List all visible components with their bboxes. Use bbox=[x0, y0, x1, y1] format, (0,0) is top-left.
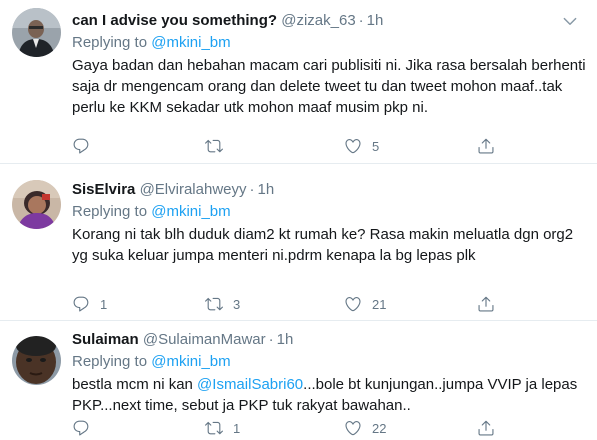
timestamp[interactable]: 1h bbox=[367, 12, 384, 29]
reply-button[interactable]: 1 bbox=[72, 293, 107, 315]
tweet-body: SisElvira @Elviralahweyy · 1h Replying to … bbox=[72, 179, 587, 312]
reply-count: 1 bbox=[100, 296, 108, 312]
user-handle[interactable]: @Elviralahweyy bbox=[140, 181, 247, 198]
avatar-image bbox=[12, 8, 61, 57]
like-button[interactable]: 22 bbox=[344, 417, 386, 439]
avatar[interactable] bbox=[12, 336, 61, 385]
retweet-icon bbox=[205, 295, 223, 313]
share-icon bbox=[477, 295, 495, 313]
share-button[interactable] bbox=[477, 135, 495, 157]
avatar[interactable] bbox=[12, 180, 61, 229]
like-icon bbox=[344, 419, 362, 437]
like-icon bbox=[344, 295, 362, 313]
avatar-image bbox=[12, 180, 61, 229]
tweet-header: SisElvira @Elviralahweyy · 1h bbox=[72, 179, 587, 201]
user-handle[interactable]: @zizak_63 bbox=[281, 12, 355, 29]
like-icon bbox=[344, 137, 362, 155]
retweet-button[interactable]: 3 bbox=[205, 293, 240, 315]
reply-icon bbox=[72, 295, 90, 313]
tweet-text: Korang ni tak blh duduk diam2 kt rumah k… bbox=[72, 226, 574, 264]
retweet-button[interactable]: 1 bbox=[205, 417, 240, 439]
replying-to: Replying to @mkini_bm bbox=[72, 201, 587, 223]
share-button[interactable] bbox=[477, 417, 495, 439]
separator-dot: · bbox=[358, 12, 364, 29]
tweet-text: bestla mcm ni kan @IsmailSabri60...bole … bbox=[72, 374, 587, 416]
retweet-icon bbox=[205, 137, 223, 155]
tweet-actions: 1 22 bbox=[72, 417, 587, 439]
share-button[interactable] bbox=[477, 293, 495, 315]
like-count: 21 bbox=[372, 296, 387, 312]
like-count: 22 bbox=[372, 420, 387, 436]
share-icon bbox=[477, 419, 495, 437]
tweet[interactable]: Sulaiman @SulaimanMawar · 1h Replying to @… bbox=[0, 322, 597, 440]
tweet-text: Gaya badan dan hebahan macam cari publis… bbox=[72, 57, 586, 116]
tweet-body: Sulaiman @SulaimanMawar · 1h Replying to @… bbox=[72, 329, 587, 436]
separator-dot: · bbox=[249, 181, 255, 198]
tweet-text-prefix: bestla mcm ni kan bbox=[72, 376, 198, 393]
retweet-count: 1 bbox=[233, 420, 241, 436]
tweet[interactable]: SisElvira @Elviralahweyy · 1h Replying to … bbox=[0, 165, 597, 321]
replying-to: Replying to @mkini_bm bbox=[72, 351, 587, 373]
replying-to-handle[interactable]: @mkini_bm bbox=[151, 34, 230, 51]
tweet-header: Sulaiman @SulaimanMawar · 1h bbox=[72, 329, 587, 351]
retweet-icon bbox=[205, 419, 223, 437]
replying-to: Replying to @mkini_bm bbox=[72, 32, 587, 54]
replying-to-label: Replying to bbox=[72, 353, 148, 370]
replying-to-label: Replying to bbox=[72, 203, 148, 220]
like-button[interactable]: 21 bbox=[344, 293, 386, 315]
reply-button[interactable] bbox=[72, 135, 100, 157]
retweet-button[interactable] bbox=[205, 135, 233, 157]
tweet[interactable]: can I advise you something? @zizak_63 · 1h… bbox=[0, 0, 597, 164]
display-name[interactable]: can I advise you something? bbox=[72, 12, 277, 29]
timestamp[interactable]: 1h bbox=[277, 331, 294, 348]
display-name[interactable]: Sulaiman bbox=[72, 331, 139, 348]
user-handle[interactable]: @SulaimanMawar bbox=[143, 331, 266, 348]
display-name[interactable]: SisElvira bbox=[72, 181, 135, 198]
like-button[interactable]: 5 bbox=[344, 135, 379, 157]
timestamp[interactable]: 1h bbox=[258, 181, 275, 198]
avatar-image bbox=[12, 336, 61, 385]
avatar[interactable] bbox=[12, 8, 61, 57]
retweet-count: 3 bbox=[233, 296, 241, 312]
reply-icon bbox=[72, 137, 90, 155]
tweet-body: can I advise you something? @zizak_63 · 1h… bbox=[72, 10, 587, 154]
tweet-actions: 5 bbox=[72, 135, 587, 157]
mention-link[interactable]: @IsmailSabri60 bbox=[197, 376, 303, 393]
chevron-down-icon[interactable] bbox=[561, 12, 579, 30]
share-icon bbox=[477, 137, 495, 155]
replying-to-handle[interactable]: @mkini_bm bbox=[151, 203, 230, 220]
reply-icon bbox=[72, 419, 90, 437]
replying-to-label: Replying to bbox=[72, 34, 148, 51]
reply-button[interactable] bbox=[72, 417, 100, 439]
like-count: 5 bbox=[372, 138, 380, 154]
tweet-header: can I advise you something? @zizak_63 · 1h bbox=[72, 10, 587, 32]
replying-to-handle[interactable]: @mkini_bm bbox=[151, 353, 230, 370]
tweet-actions: 1 3 21 bbox=[72, 293, 587, 315]
separator-dot: · bbox=[268, 331, 274, 348]
